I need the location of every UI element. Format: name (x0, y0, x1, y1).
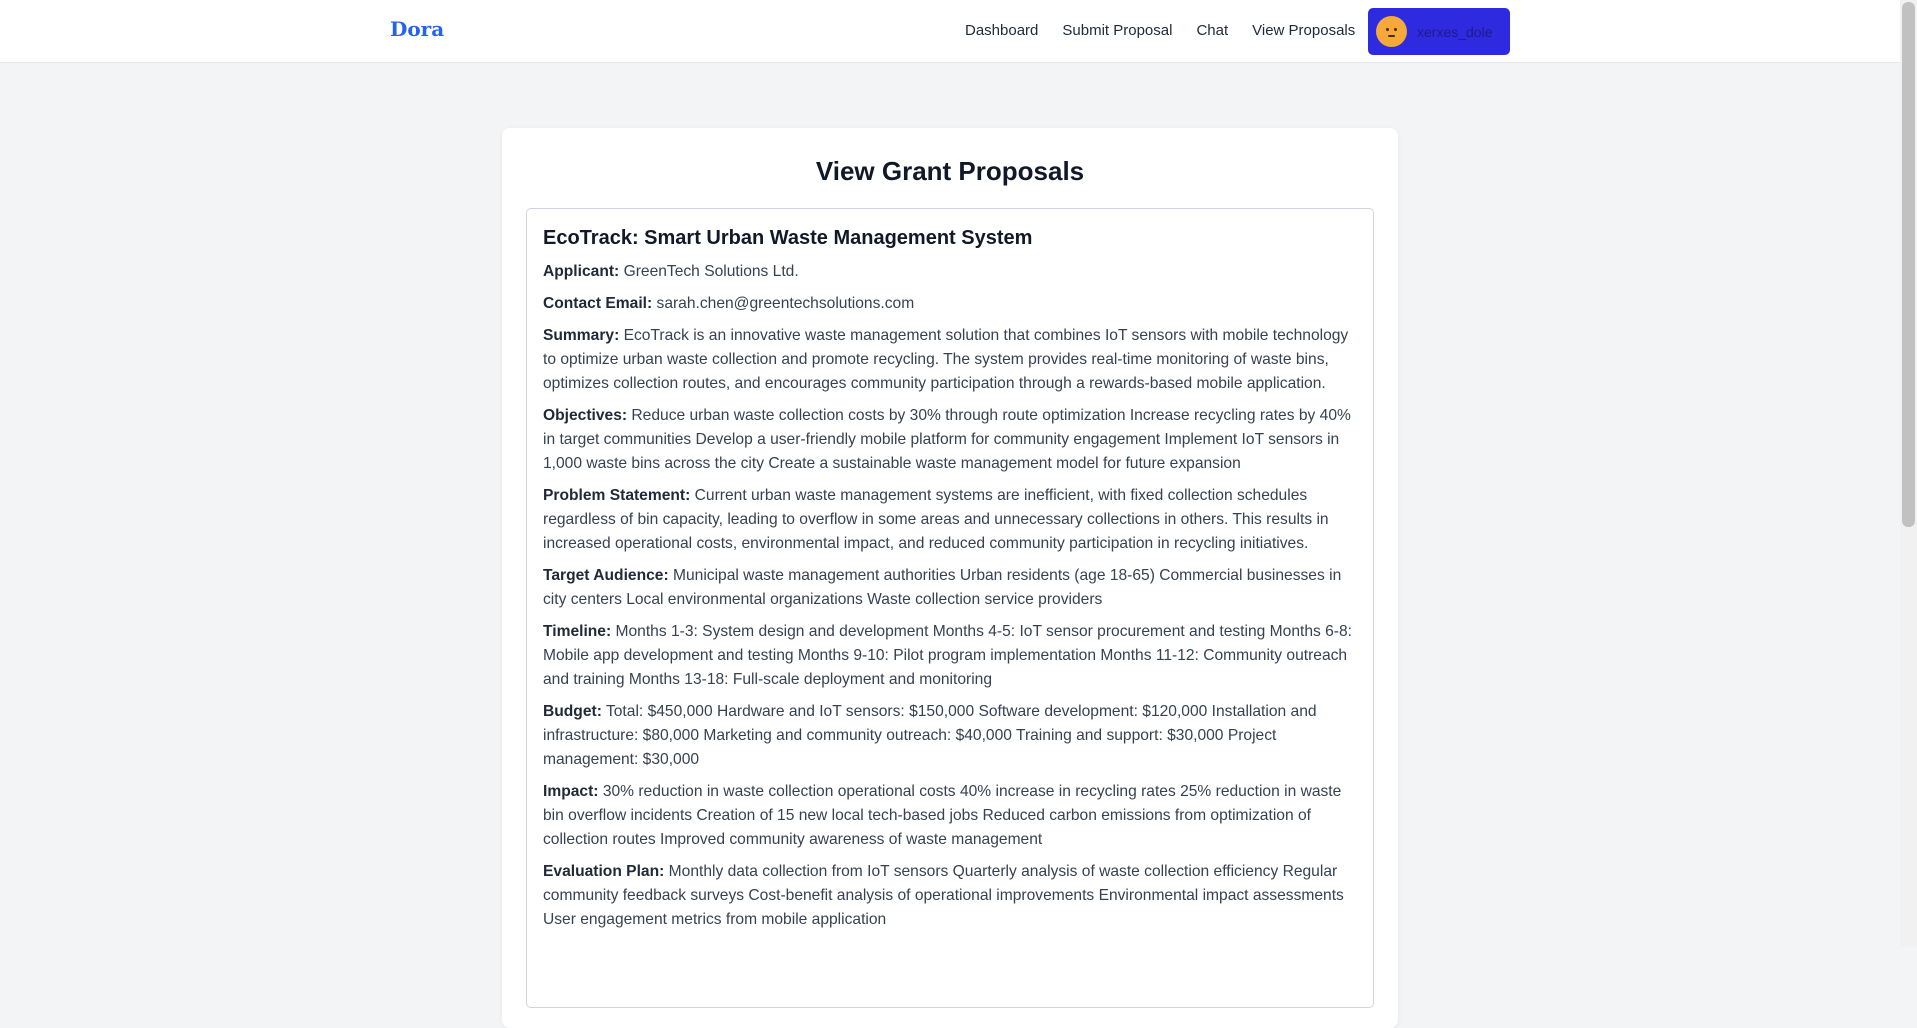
field-value: Total: $450,000 Hardware and IoT sensors… (543, 703, 1317, 768)
nav-link-chat[interactable]: Chat (1196, 22, 1228, 39)
field-value: GreenTech Solutions Ltd. (623, 263, 799, 280)
field-evaluation-plan: Evaluation Plan: Monthly data collection… (543, 860, 1357, 932)
avatar (1376, 16, 1407, 47)
field-objectives: Objectives: Reduce urban waste collectio… (543, 404, 1357, 476)
avatar-eye-right (1394, 28, 1397, 31)
field-value: EcoTrack is an innovative waste manageme… (543, 327, 1349, 392)
avatar-eye-left (1386, 28, 1389, 31)
field-value: sarah.chen@greentechsolutions.com (656, 295, 915, 312)
field-label: Evaluation Plan: (543, 863, 665, 880)
field-summary: Summary: EcoTrack is an innovative waste… (543, 324, 1357, 396)
page-title: View Grant Proposals (815, 156, 1085, 186)
field-value: Monthly data collection from IoT sensors… (543, 863, 1344, 928)
field-label: Objectives: (543, 407, 628, 424)
field-target-audience: Target Audience: Municipal waste managem… (543, 564, 1357, 612)
avatar-mouth (1388, 35, 1395, 37)
field-label: Impact: (543, 783, 599, 800)
proposal-title: EcoTrack: Smart Urban Waste Management S… (543, 227, 1033, 249)
field-applicant: Applicant: GreenTech Solutions Ltd. (543, 260, 1357, 284)
field-contact-email: Contact Email: sarah.chen@greentechsolut… (543, 292, 1357, 316)
brand-logo[interactable]: Dora (390, 17, 444, 41)
username-label: xerxes_dole (1417, 23, 1493, 40)
top-navbar: Dora Dashboard Submit Proposal Chat View… (0, 0, 1900, 63)
field-value: Months 1-3: System design and developmen… (543, 623, 1352, 688)
field-label: Contact Email: (543, 295, 653, 312)
scrollbar-thumb[interactable] (1902, 2, 1915, 527)
field-label: Applicant: (543, 263, 620, 280)
field-problem-statement: Problem Statement: Current urban waste m… (543, 484, 1357, 556)
user-menu-button[interactable]: xerxes_dole (1368, 8, 1510, 55)
field-timeline: Timeline: Months 1-3: System design and … (543, 620, 1357, 692)
field-value: Reduce urban waste collection costs by 3… (543, 407, 1351, 472)
field-label: Summary: (543, 327, 620, 344)
field-label: Target Audience: (543, 567, 669, 584)
field-label: Budget: (543, 703, 602, 720)
field-label: Timeline: (543, 623, 612, 640)
nav-link-submit-proposal[interactable]: Submit Proposal (1062, 22, 1172, 39)
field-value: 30% reduction in waste collection operat… (543, 783, 1342, 848)
proposal-item: EcoTrack: Smart Urban Waste Management S… (526, 208, 1374, 1008)
field-label: Problem Statement: (543, 487, 691, 504)
page-scrollbar[interactable] (1900, 0, 1917, 946)
nav-links: Dashboard Submit Proposal Chat View Prop… (965, 22, 1379, 39)
nav-link-view-proposals[interactable]: View Proposals (1252, 22, 1355, 39)
field-budget: Budget: Total: $450,000 Hardware and IoT… (543, 700, 1357, 772)
field-impact: Impact: 30% reduction in waste collectio… (543, 780, 1357, 852)
nav-link-dashboard[interactable]: Dashboard (965, 22, 1038, 39)
proposals-card: View Grant Proposals EcoTrack: Smart Urb… (502, 128, 1398, 1028)
